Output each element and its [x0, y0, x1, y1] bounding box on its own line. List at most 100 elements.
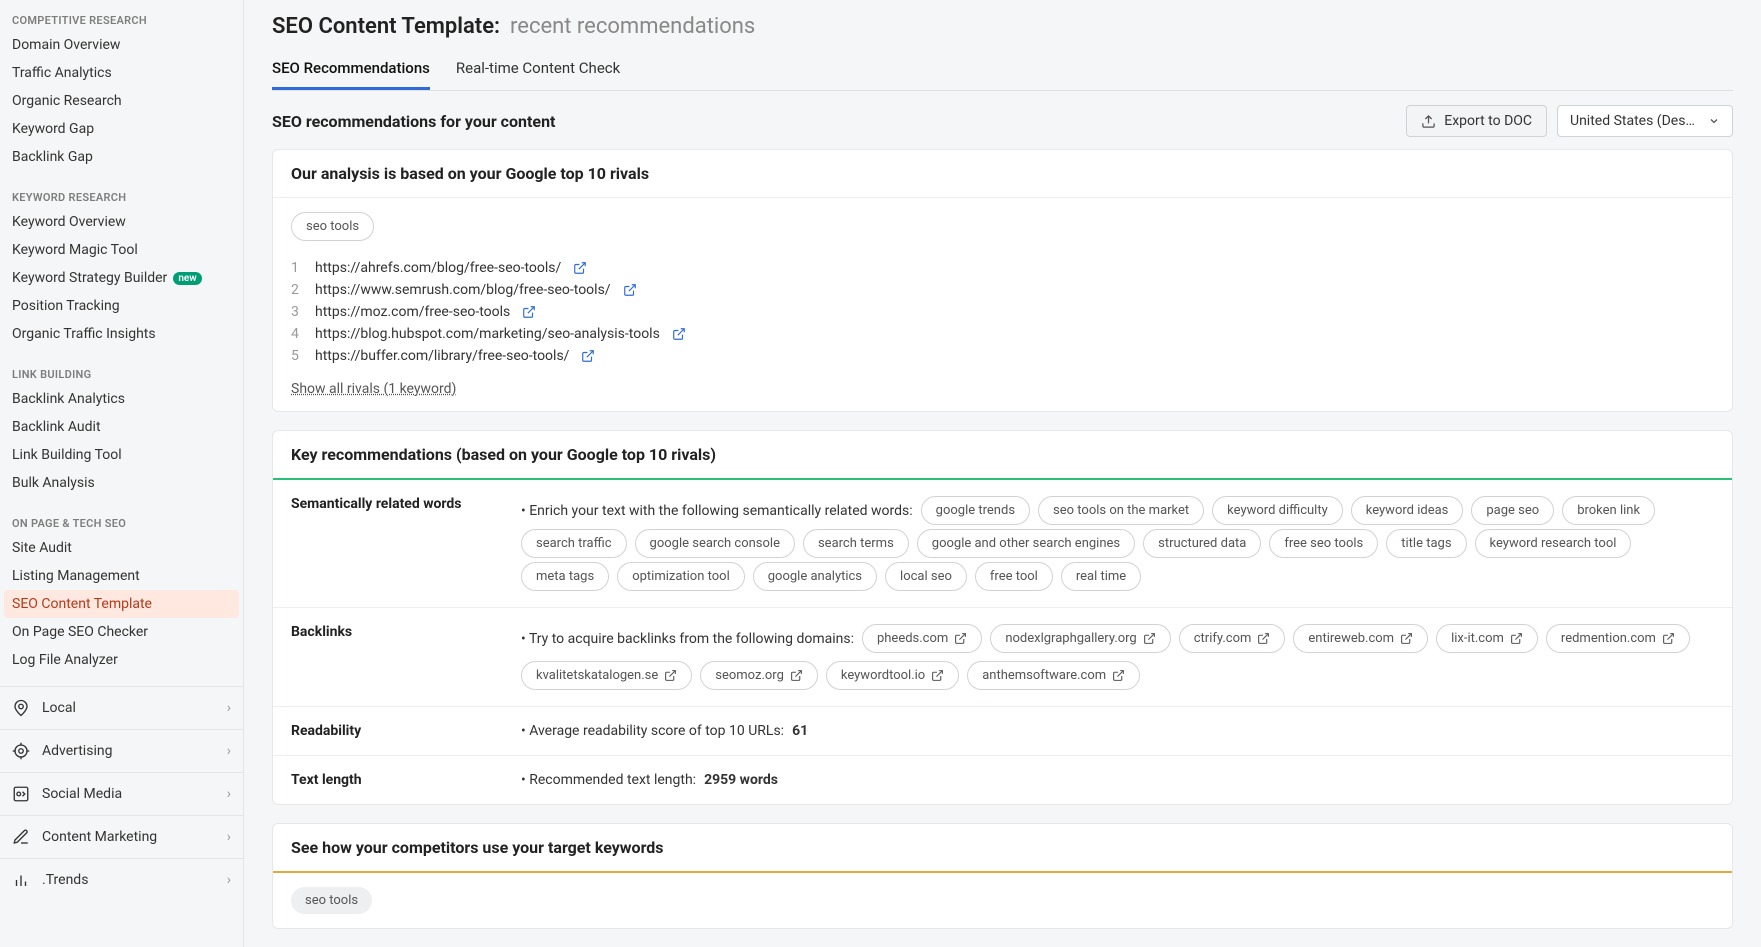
semantic-tag[interactable]: free seo tools: [1269, 529, 1378, 558]
semantic-tag[interactable]: broken link: [1562, 496, 1655, 525]
show-all-link[interactable]: Show all rivals (1 keyword): [291, 381, 456, 397]
main-content: SEO Content Template: recent recommendat…: [244, 0, 1761, 947]
sidebar-item-backlink-gap[interactable]: Backlink Gap: [0, 143, 243, 171]
semantic-lead: Enrich your text with the following sema…: [521, 503, 913, 519]
semantic-tag[interactable]: search terms: [803, 529, 909, 558]
sidebar-footer-local[interactable]: Local ›: [0, 686, 243, 729]
section-heading: SEO recommendations for your content: [272, 112, 555, 131]
semantic-tag[interactable]: local seo: [885, 562, 967, 591]
chevron-right-icon: ›: [227, 743, 231, 759]
external-link-icon[interactable]: [581, 349, 595, 363]
sidebar-item-seo-content-template[interactable]: SEO Content Template: [4, 590, 239, 618]
tab-seo-recommendations[interactable]: SEO Recommendations: [272, 59, 430, 90]
sidebar-item-keyword-overview[interactable]: Keyword Overview: [0, 208, 243, 236]
semantic-tag[interactable]: seo tools on the market: [1038, 496, 1204, 525]
device-dropdown[interactable]: United States (Deskt…: [1557, 105, 1733, 137]
semantic-tag[interactable]: title tags: [1386, 529, 1466, 558]
key-recommendations-card: Key recommendations (based on your Googl…: [272, 430, 1733, 805]
tab-realtime-check[interactable]: Real-time Content Check: [456, 59, 620, 90]
sidebar-item-keyword-magic[interactable]: Keyword Magic Tool: [0, 236, 243, 264]
sidebar-item-keyword-gap[interactable]: Keyword Gap: [0, 115, 243, 143]
semantic-tag[interactable]: optimization tool: [617, 562, 745, 591]
semantic-tag[interactable]: meta tags: [521, 562, 609, 591]
sidebar-footer-label: Content Marketing: [42, 829, 157, 845]
rival-url[interactable]: https://blog.hubspot.com/marketing/seo-a…: [315, 326, 660, 342]
analysis-card: Our analysis is based on your Google top…: [272, 149, 1733, 412]
label-semantic: Semantically related words: [291, 496, 501, 512]
row-semantic: Semantically related words Enrich your t…: [273, 480, 1732, 608]
sidebar-section-onpage: ON PAGE & TECH SEO: [0, 511, 243, 534]
key-title: Key recommendations (based on your Googl…: [273, 431, 1732, 480]
rival-num: 1: [291, 260, 303, 276]
backlink-domain-pill[interactable]: entireweb.com: [1293, 624, 1428, 653]
sidebar-item-backlink-audit[interactable]: Backlink Audit: [0, 413, 243, 441]
sidebar-item-link-building[interactable]: Link Building Tool: [0, 441, 243, 469]
sidebar-item-listing[interactable]: Listing Management: [0, 562, 243, 590]
semantic-tag[interactable]: google and other search engines: [917, 529, 1135, 558]
sidebar-footer-trends[interactable]: .Trends ›: [0, 858, 243, 901]
export-button[interactable]: Export to DOC: [1406, 105, 1547, 137]
competitor-title: See how your competitors use your target…: [273, 824, 1732, 873]
sidebar-item-traffic-analytics[interactable]: Traffic Analytics: [0, 59, 243, 87]
rival-num: 5: [291, 348, 303, 364]
chevron-down-icon: [1708, 115, 1720, 127]
sidebar-item-keyword-strategy[interactable]: Keyword Strategy Builder new: [0, 264, 243, 292]
analysis-title: Our analysis is based on your Google top…: [273, 150, 1732, 198]
semantic-tag[interactable]: keyword ideas: [1351, 496, 1464, 525]
rival-url[interactable]: https://moz.com/free-seo-tools: [315, 304, 510, 320]
target-icon: [12, 742, 30, 760]
title-prefix: SEO Content Template:: [272, 14, 500, 39]
semantic-tag[interactable]: google trends: [921, 496, 1030, 525]
rival-row: 3https://moz.com/free-seo-tools: [291, 301, 1714, 323]
keyword-pill[interactable]: seo tools: [291, 212, 374, 241]
sidebar-item-site-audit[interactable]: Site Audit: [0, 534, 243, 562]
semantic-tag[interactable]: google search console: [635, 529, 795, 558]
backlink-domain-pill[interactable]: nodexlgraphgallery.org: [990, 624, 1170, 653]
backlink-domain-pill[interactable]: ctrify.com: [1179, 624, 1286, 653]
semantic-tag[interactable]: real time: [1061, 562, 1141, 591]
external-link-icon[interactable]: [623, 283, 637, 297]
rival-url[interactable]: https://buffer.com/library/free-seo-tool…: [315, 348, 569, 364]
map-pin-icon: [12, 699, 30, 717]
rival-num: 4: [291, 326, 303, 342]
competitor-keyword-pill[interactable]: seo tools: [291, 887, 372, 914]
chevron-right-icon: ›: [227, 700, 231, 716]
backlink-domain-pill[interactable]: kvalitetskatalogen.se: [521, 661, 692, 690]
backlink-domain-pill[interactable]: seomoz.org: [700, 661, 818, 690]
sidebar-footer-advertising[interactable]: Advertising ›: [0, 729, 243, 772]
external-link-icon[interactable]: [573, 261, 587, 275]
backlink-domain-pill[interactable]: pheeds.com: [862, 624, 982, 653]
sidebar-footer-content[interactable]: Content Marketing ›: [0, 815, 243, 858]
external-link-icon[interactable]: [672, 327, 686, 341]
semantic-tag[interactable]: page seo: [1471, 496, 1554, 525]
rival-url[interactable]: https://ahrefs.com/blog/free-seo-tools/: [315, 260, 561, 276]
semantic-tag[interactable]: search traffic: [521, 529, 627, 558]
semantic-tag[interactable]: structured data: [1143, 529, 1261, 558]
semantic-tag[interactable]: keyword difficulty: [1212, 496, 1343, 525]
sidebar-footer-social[interactable]: Social Media ›: [0, 772, 243, 815]
backlink-domain-pill[interactable]: redmention.com: [1546, 624, 1690, 653]
sidebar-item-log-analyzer[interactable]: Log File Analyzer: [0, 646, 243, 674]
sidebar-section-link: LINK BUILDING: [0, 362, 243, 385]
backlink-domain-pill[interactable]: anthemsoftware.com: [967, 661, 1140, 690]
sidebar-item-bulk-analysis[interactable]: Bulk Analysis: [0, 469, 243, 497]
chevron-right-icon: ›: [227, 829, 231, 845]
rival-url[interactable]: https://www.semrush.com/blog/free-seo-to…: [315, 282, 611, 298]
sidebar-item-position-tracking[interactable]: Position Tracking: [0, 292, 243, 320]
sidebar-item-domain-overview[interactable]: Domain Overview: [0, 31, 243, 59]
sidebar-item-organic-insights[interactable]: Organic Traffic Insights: [0, 320, 243, 348]
backlink-domain-pill[interactable]: lix-it.com: [1436, 624, 1538, 653]
label-backlinks: Backlinks: [291, 624, 501, 640]
dropdown-label: United States (Deskt…: [1570, 113, 1700, 129]
sidebar-item-onpage-checker[interactable]: On Page SEO Checker: [0, 618, 243, 646]
sidebar-item-organic-research[interactable]: Organic Research: [0, 87, 243, 115]
semantic-tag[interactable]: free tool: [975, 562, 1053, 591]
backlink-domain-pill[interactable]: keywordtool.io: [826, 661, 959, 690]
export-label: Export to DOC: [1444, 113, 1532, 129]
badge-new: new: [173, 272, 201, 285]
sidebar-item-backlink-analytics[interactable]: Backlink Analytics: [0, 385, 243, 413]
semantic-tag[interactable]: google analytics: [753, 562, 877, 591]
row-readability: Readability Average readability score of…: [273, 707, 1732, 756]
semantic-tag[interactable]: keyword research tool: [1475, 529, 1632, 558]
external-link-icon[interactable]: [522, 305, 536, 319]
